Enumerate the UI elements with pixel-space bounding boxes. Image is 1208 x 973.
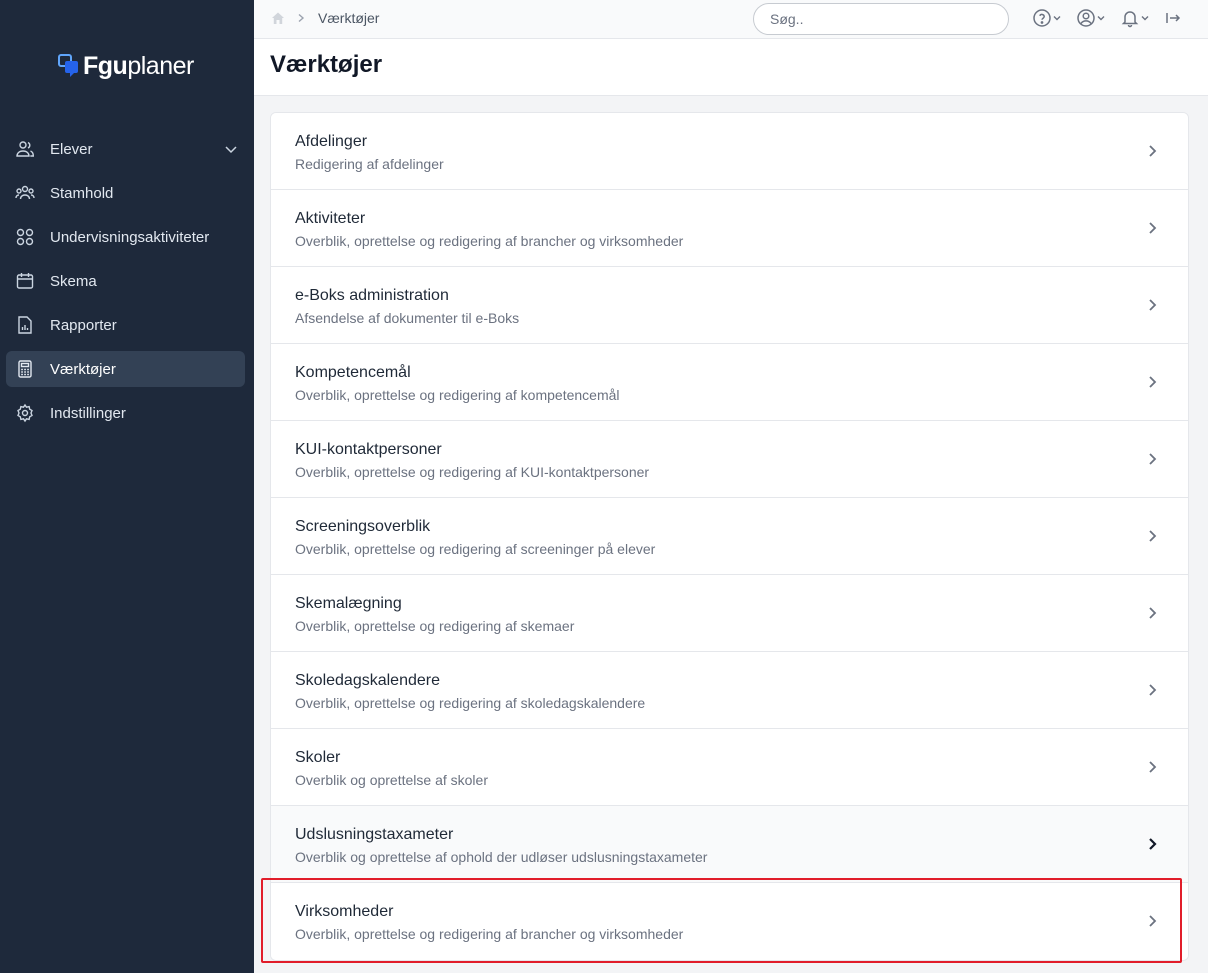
sidebar-item-rapporter[interactable]: Rapporter <box>6 307 245 343</box>
list-item-afdelinger[interactable]: Afdelinger Redigering af afdelinger <box>271 113 1188 190</box>
sidebar-item-label: Elever <box>50 140 93 158</box>
bell-icon <box>1121 11 1139 28</box>
list-item-title: Skemalægning <box>295 595 402 612</box>
sidebar-item-label: Indstillinger <box>50 404 126 422</box>
sidebar: Fguplaner Elever Stamhold Undervisningsa… <box>0 0 254 973</box>
list-item-description: Afsendelse af dokumenter til e-Boks <box>295 310 520 326</box>
search-input[interactable] <box>753 3 1009 35</box>
list-item-description: Redigering af afdelinger <box>295 156 444 172</box>
list-item-virksomheder[interactable]: Virksomheder Overblik, oprettelse og red… <box>271 883 1188 960</box>
list-item-eboks-administration[interactable]: e-Boks administration Afsendelse af doku… <box>271 267 1188 344</box>
logo-text-bold: Fgu <box>83 51 128 80</box>
list-item-description: Overblik, oprettelse og redigering af br… <box>295 926 684 942</box>
report-icon <box>15 315 35 335</box>
chevron-down-icon <box>1141 16 1149 21</box>
chevron-right-icon <box>1149 222 1157 234</box>
chevron-right-icon <box>1149 915 1157 927</box>
list-item-skoledagskalendere[interactable]: Skoledagskalendere Overblik, oprettelse … <box>271 652 1188 729</box>
list-item-description: Overblik, oprettelse og redigering af sk… <box>295 618 575 634</box>
list-item-description: Overblik, oprettelse og redigering af sc… <box>295 541 656 557</box>
tools-list: Afdelinger Redigering af afdelinger Akti… <box>270 112 1189 961</box>
user-circle-icon <box>1077 9 1095 27</box>
sidebar-item-indstillinger[interactable]: Indstillinger <box>6 395 245 431</box>
chevron-down-icon[interactable] <box>222 140 240 158</box>
chevron-right-icon <box>1149 299 1157 311</box>
list-item-title: KUI-kontaktpersoner <box>295 441 442 458</box>
list-item-kui-kontaktpersoner[interactable]: KUI-kontaktpersoner Overblik, oprettelse… <box>271 421 1188 498</box>
sidebar-item-label: Skema <box>50 272 97 290</box>
breadcrumb-current[interactable]: Værktøjer <box>318 10 379 26</box>
list-item-title: Skoledagskalendere <box>295 672 440 689</box>
list-item-title: Kompetencemål <box>295 364 411 381</box>
sidebar-item-label: Undervisningsaktiviteter <box>50 228 210 246</box>
list-item-description: Overblik og oprettelse af ophold der udl… <box>295 849 708 865</box>
list-item-title: Aktiviteter <box>295 210 366 227</box>
grid-icon <box>15 227 35 247</box>
chevron-right-icon <box>1149 530 1157 542</box>
sidebar-item-label: Værktøjer <box>50 360 116 378</box>
chevron-right-icon <box>298 13 305 23</box>
sidebar-item-stamhold[interactable]: Stamhold <box>6 175 245 211</box>
list-item-description: Overblik, oprettelse og redigering af br… <box>295 233 684 249</box>
sidebar-item-label: Rapporter <box>50 316 117 334</box>
chevron-right-icon <box>1149 838 1157 850</box>
question-icon <box>1033 9 1051 27</box>
calculator-icon <box>15 359 35 379</box>
list-item-skemalaegning[interactable]: Skemalægning Overblik, oprettelse og red… <box>271 575 1188 652</box>
chevron-down-icon <box>1053 16 1061 21</box>
chevron-right-icon <box>1149 145 1157 157</box>
logo-text-light: planer <box>127 51 194 80</box>
notifications-button[interactable] <box>1120 8 1150 28</box>
topbar-actions <box>1032 8 1196 28</box>
page-header: Værktøjer <box>254 39 1208 96</box>
page-title: Værktøjer <box>270 51 383 78</box>
user-menu-button[interactable] <box>1076 8 1106 28</box>
chevron-right-icon <box>1149 761 1157 773</box>
breadcrumb-separator <box>296 10 306 26</box>
list-item-title: Udslusningstaxameter <box>295 826 454 843</box>
list-item-title: Afdelinger <box>295 133 368 150</box>
chevron-right-icon <box>1149 607 1157 619</box>
chevron-right-icon <box>1149 376 1157 388</box>
sidebar-item-undervisningsaktiviteter[interactable]: Undervisningsaktiviteter <box>6 219 245 255</box>
help-menu-button[interactable] <box>1032 8 1062 28</box>
app-logo[interactable]: Fguplaner <box>58 50 194 82</box>
users-icon <box>15 139 35 159</box>
logout-button[interactable] <box>1164 9 1182 27</box>
home-icon[interactable] <box>270 10 286 26</box>
list-item-description: Overblik, oprettelse og redigering af KU… <box>295 464 650 480</box>
logo-icon <box>58 54 78 77</box>
logout-icon <box>1166 13 1181 23</box>
list-item-title: Screeningsoverblik <box>295 518 431 535</box>
list-item-title: Virksomheder <box>295 903 394 920</box>
sidebar-item-elever[interactable]: Elever <box>6 131 245 167</box>
list-item-title: Skoler <box>295 749 341 766</box>
chevron-right-icon <box>1149 453 1157 465</box>
gear-icon <box>15 403 35 423</box>
list-item-skoler[interactable]: Skoler Overblik og oprettelse af skoler <box>271 729 1188 806</box>
user-group-icon <box>15 183 35 203</box>
list-item-kompetencemaal[interactable]: Kompetencemål Overblik, oprettelse og re… <box>271 344 1188 421</box>
list-item-screeningsoverblik[interactable]: Screeningsoverblik Overblik, oprettelse … <box>271 498 1188 575</box>
sidebar-item-skema[interactable]: Skema <box>6 263 245 299</box>
sidebar-item-vaerktoejer[interactable]: Værktøjer <box>6 351 245 387</box>
list-item-description: Overblik, oprettelse og redigering af ko… <box>295 387 620 403</box>
chevron-down-icon <box>1097 16 1105 21</box>
chevron-right-icon <box>1149 684 1157 696</box>
list-item-description: Overblik, oprettelse og redigering af sk… <box>295 695 646 711</box>
list-item-title: e-Boks administration <box>295 287 449 304</box>
sidebar-item-label: Stamhold <box>50 184 114 202</box>
topbar: Værktøjer <box>254 0 1208 39</box>
list-item-aktiviteter[interactable]: Aktiviteter Overblik, oprettelse og redi… <box>271 190 1188 267</box>
list-item-description: Overblik og oprettelse af skoler <box>295 772 488 788</box>
list-item-udslusningstaxameter[interactable]: Udslusningstaxameter Overblik og oprette… <box>271 806 1188 883</box>
breadcrumb: Værktøjer <box>270 10 379 26</box>
calendar-icon <box>15 271 35 291</box>
sidebar-nav: Elever Stamhold Undervisningsaktiviteter… <box>6 131 245 439</box>
